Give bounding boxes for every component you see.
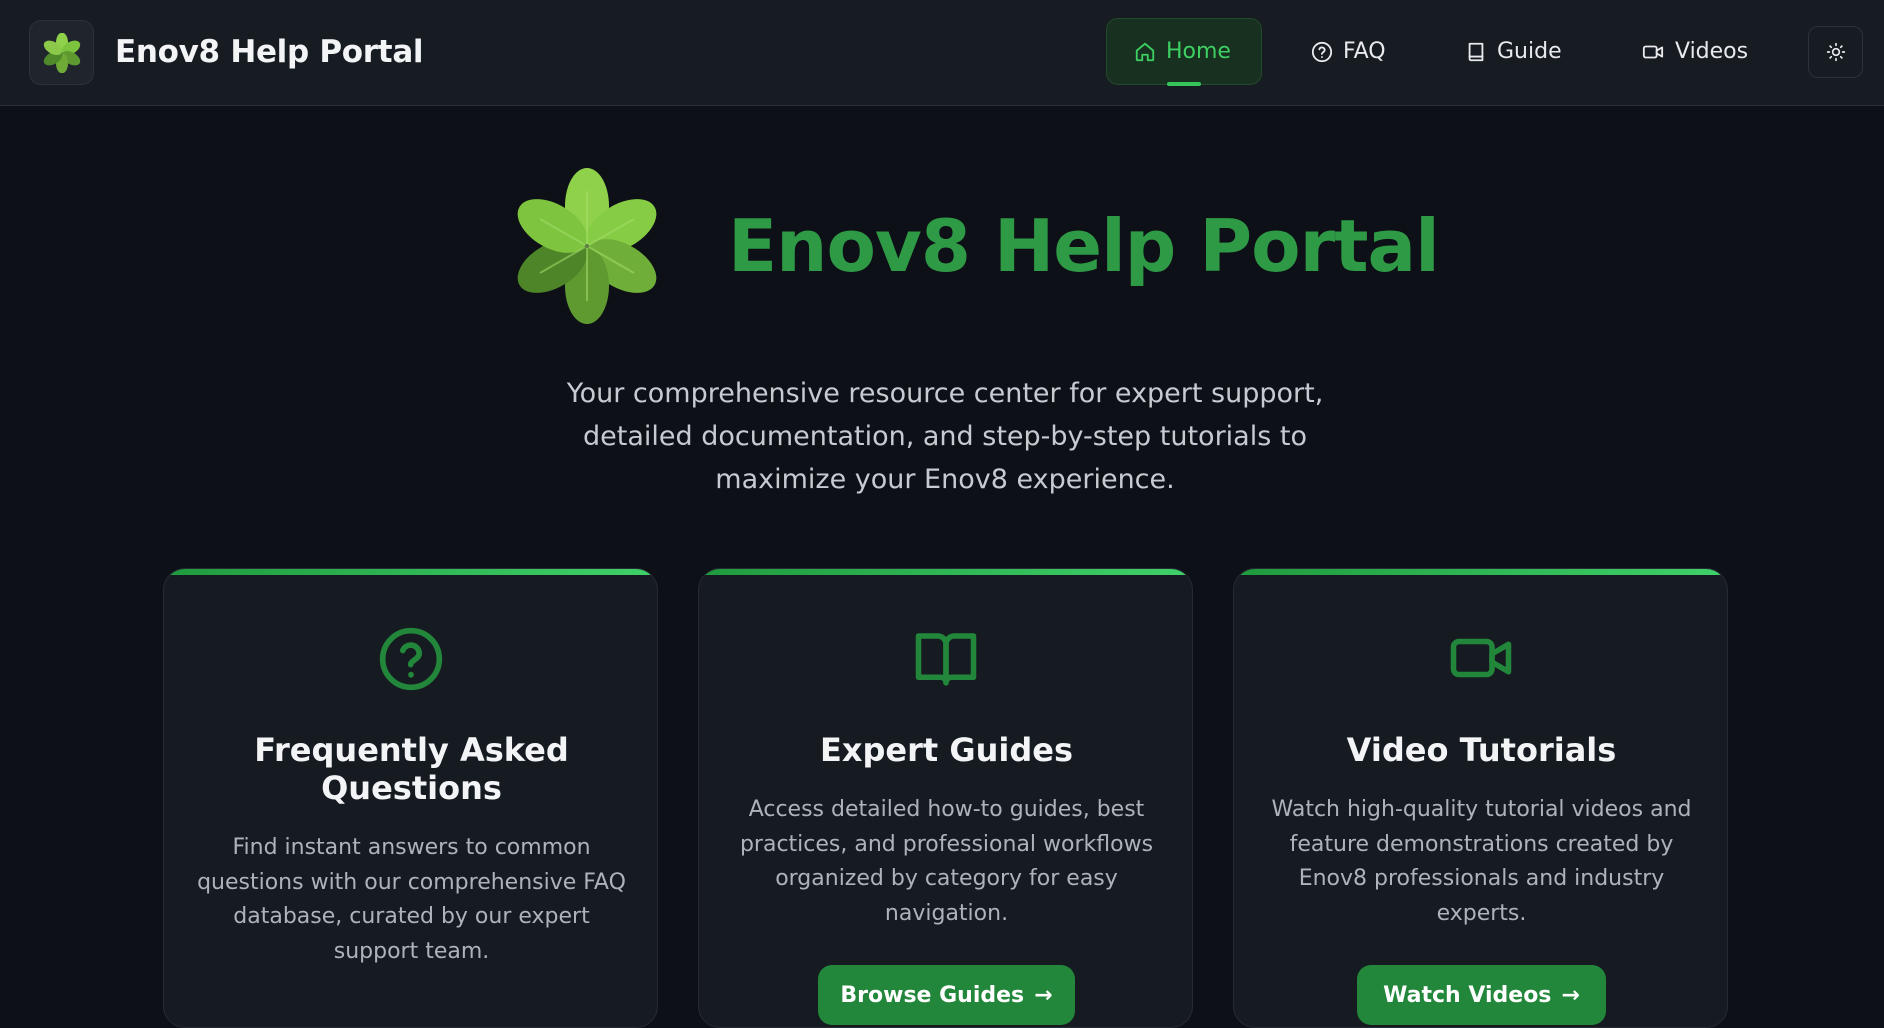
header-logo[interactable] [29, 20, 94, 85]
nav-guide-label: Guide [1497, 39, 1562, 64]
video-camera-icon [1642, 45, 1664, 58]
browse-guides-label: Browse Guides [840, 982, 1025, 1008]
card-title: Video Tutorials [1346, 731, 1617, 769]
question-circle-icon [1311, 41, 1333, 62]
videos-card[interactable]: Video Tutorials Watch high-quality tutor… [1233, 568, 1728, 1028]
card-description: Find instant answers to common questions… [197, 835, 626, 964]
clover-icon [517, 168, 657, 324]
hero-subtitle: Your comprehensive resource center for e… [566, 378, 1324, 495]
card-accent-bar [1234, 569, 1727, 575]
card-accent-bar [699, 569, 1192, 575]
arrow-right-icon: → [1561, 982, 1580, 1008]
nav-videos[interactable]: Videos [1614, 18, 1775, 85]
brand-title: Enov8 Help Portal [115, 34, 424, 70]
open-book-icon [915, 633, 976, 686]
question-circle-icon [379, 627, 442, 691]
nav-home[interactable]: Home [1106, 18, 1262, 85]
hero-title: Enov8 Help Portal [728, 204, 1440, 288]
watch-videos-button[interactable]: Watch Videos → [1357, 965, 1606, 1025]
home-icon [1135, 42, 1155, 61]
nav-videos-label: Videos [1675, 39, 1749, 64]
card-accent-bar [164, 569, 657, 575]
card-title: Expert Guides [820, 731, 1073, 769]
sun-icon [1826, 42, 1845, 62]
guides-card[interactable]: Expert Guides Access detailed how-to gui… [698, 568, 1193, 1028]
card-title: Frequently Asked Questions [254, 731, 569, 807]
book-icon [1468, 42, 1484, 61]
nav-home-label: Home [1166, 39, 1231, 64]
nav-faq-label: FAQ [1343, 39, 1386, 64]
video-camera-icon [1450, 638, 1511, 678]
faq-card[interactable]: Frequently Asked Questions Find instant … [163, 568, 658, 1028]
nav-faq[interactable]: FAQ [1284, 18, 1413, 85]
watch-videos-label: Watch Videos [1383, 982, 1552, 1008]
card-description: Watch high-quality tutorial videos and f… [1271, 797, 1692, 926]
browse-guides-button[interactable]: Browse Guides → [818, 965, 1075, 1025]
hero-logo [512, 165, 662, 331]
theme-toggle-button[interactable] [1808, 26, 1863, 78]
nav-guide[interactable]: Guide [1438, 18, 1589, 85]
card-description: Access detailed how-to guides, best prac… [739, 797, 1154, 926]
active-nav-indicator [1167, 82, 1201, 86]
arrow-right-icon: → [1034, 982, 1053, 1008]
top-header: Enov8 Help Portal Home FAQ Guide Videos [0, 0, 1884, 106]
clover-icon [43, 32, 80, 73]
